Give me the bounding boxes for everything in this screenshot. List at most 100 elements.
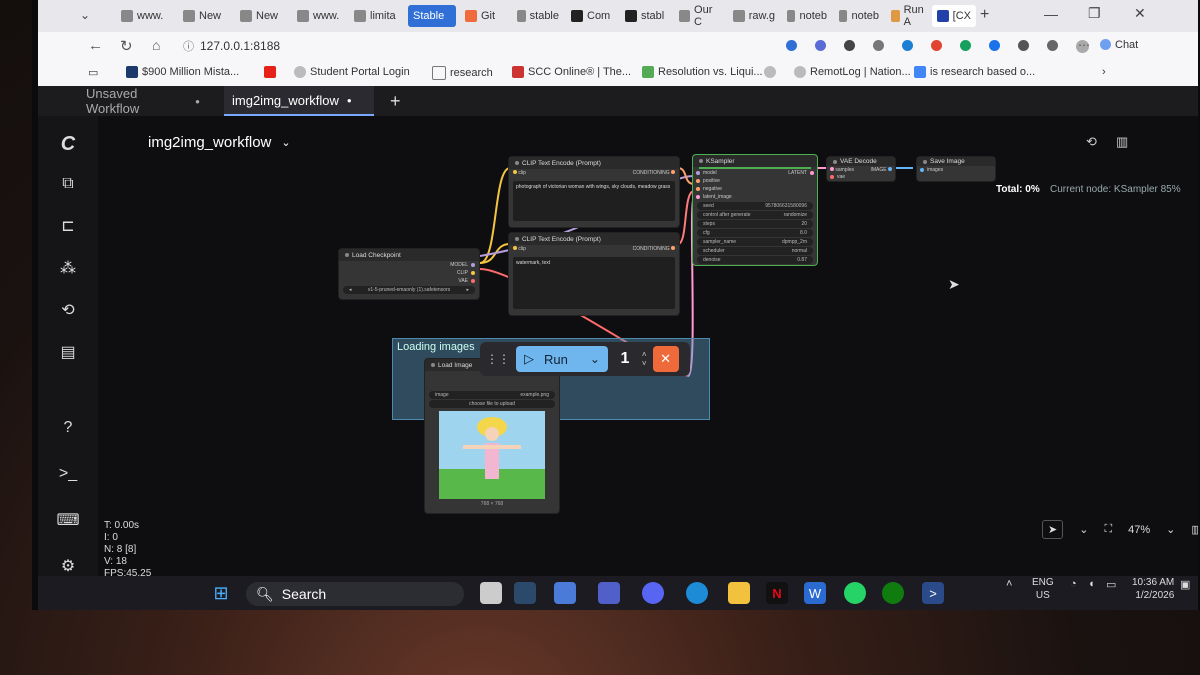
sidebar-toggle-icon[interactable]: ▭	[88, 66, 98, 79]
model-output[interactable]: MODEL	[339, 261, 479, 269]
extension-icon[interactable]	[873, 40, 884, 51]
zoom-chevron-icon[interactable]: ⌄	[1166, 523, 1175, 536]
batch-count-input[interactable]: 1	[614, 350, 636, 368]
ckpt-name-widget[interactable]: ◂ v1-5-pruned-emaonly (1).safetensors ▸	[343, 286, 475, 294]
battery-icon[interactable]: ▭	[1106, 578, 1116, 591]
word-icon[interactable]: W	[804, 582, 826, 604]
new-tab-button[interactable]: +	[980, 6, 989, 24]
reload-icon[interactable]: ↻	[120, 37, 133, 55]
browser-tab[interactable]: Com	[566, 5, 618, 27]
whatsapp-icon[interactable]	[844, 582, 866, 604]
start-windows-icon[interactable]: ⊞	[210, 582, 232, 604]
extension-icon[interactable]	[786, 40, 797, 51]
bookmark-item[interactable]: SCC Online® | The...	[512, 66, 631, 78]
task-view-icon[interactable]	[480, 582, 502, 604]
taskbar-search[interactable]: 🔍︎ Search	[246, 582, 464, 606]
bookmark-item[interactable]	[764, 66, 776, 78]
bookmark-item[interactable]: is research based o...	[914, 66, 1035, 78]
new-workflow-button[interactable]: +	[382, 86, 412, 116]
comfy-logo-icon[interactable]: C	[56, 132, 80, 156]
extension-icon[interactable]	[989, 40, 1000, 51]
extension-icon[interactable]	[931, 40, 942, 51]
graph-canvas[interactable]: img2img_workflow ⌄ ⟲ ▥ Total: 0% Current …	[98, 116, 1198, 604]
bookmark-item[interactable]: Student Portal Login	[294, 66, 410, 78]
powershell-icon[interactable]: >	[922, 582, 944, 604]
extension-icon[interactable]	[960, 40, 971, 51]
settings-gear-icon[interactable]: ⚙	[56, 554, 80, 578]
clip-text-encode-positive-node[interactable]: CLIP Text Encode (Prompt) clip CONDITIONI…	[508, 156, 680, 228]
minimap-icon[interactable]: ▥	[1191, 523, 1198, 536]
browser-tab[interactable]: New	[178, 5, 233, 27]
extension-icon[interactable]	[902, 40, 913, 51]
extension-icon[interactable]	[815, 40, 826, 51]
home-icon[interactable]: ⌂	[152, 37, 160, 53]
workflow-tab-active[interactable]: img2img_workflow ●	[224, 86, 374, 116]
steps-widget[interactable]: steps 20	[697, 220, 813, 228]
browser-tab[interactable]: noteb	[782, 5, 832, 27]
chatgpt-app-icon[interactable]	[514, 582, 536, 604]
queue-icon[interactable]: ⧉	[56, 172, 80, 196]
browser-tab[interactable]: raw.g	[728, 5, 780, 27]
clip-text-encode-negative-node[interactable]: CLIP Text Encode (Prompt) clip CONDITIONI…	[508, 232, 680, 316]
bookmarks-overflow-icon[interactable]: ›	[1102, 66, 1106, 78]
seed-widget[interactable]: seed 957806631580096	[697, 202, 813, 210]
file-explorer-icon[interactable]	[728, 582, 750, 604]
browser-tab-active[interactable]: Stable	[408, 5, 456, 27]
templates-icon[interactable]: ▤	[56, 340, 80, 364]
terminal-icon[interactable]: >_	[56, 462, 80, 486]
fit-view-icon[interactable]: ⛶	[1104, 523, 1112, 536]
workflow-tab[interactable]: Unsaved Workflow ●	[78, 86, 208, 116]
prompt-text-area[interactable]: watermark, text	[513, 257, 675, 309]
save-image-node[interactable]: Save Image images	[916, 156, 996, 182]
browser-tab[interactable]: Run A	[886, 4, 930, 28]
volume-icon[interactable]: ◖	[1088, 578, 1095, 590]
xbox-icon[interactable]	[882, 582, 904, 604]
tray-overflow-icon[interactable]: ˄	[1006, 578, 1012, 590]
extension-icon[interactable]	[1047, 40, 1058, 51]
batch-count-stepper[interactable]: ˄ ˅	[642, 350, 647, 368]
cfg-widget[interactable]: cfg 8.0	[697, 229, 813, 237]
browser-tab-current[interactable]: [CX	[932, 5, 976, 27]
run-button[interactable]: ▷ Run ⌄	[516, 346, 608, 372]
vae-decode-node[interactable]: VAE Decode samples IMAGE vae	[826, 156, 896, 182]
browser-tab[interactable]: noteb	[834, 5, 884, 27]
run-options-chevron-icon[interactable]: ⌄	[590, 352, 600, 366]
vae-output[interactable]: VAE	[339, 277, 479, 285]
cancel-button[interactable]: ✕	[652, 346, 679, 372]
browser-tab[interactable]: stable	[512, 5, 564, 27]
tab-list-chevron-icon[interactable]: ⌄	[80, 8, 90, 22]
notifications-icon[interactable]: ▣	[1180, 578, 1190, 591]
wifi-icon[interactable]: ◔	[1070, 578, 1077, 590]
select-tool-icon[interactable]: ➤	[1042, 520, 1064, 539]
edge-icon[interactable]	[686, 582, 708, 604]
model-library-icon[interactable]: ⁂	[56, 256, 80, 280]
language-indicator[interactable]: ENG US	[1032, 576, 1054, 602]
node-library-icon[interactable]: ⊏	[56, 214, 80, 238]
ksampler-node[interactable]: KSampler model positive negative latent_…	[692, 154, 818, 266]
bookmark-item[interactable]: $900 Million Mista...	[126, 66, 239, 78]
prompt-text-area[interactable]: photograph of victorian woman with wings…	[513, 181, 675, 221]
teams-icon[interactable]	[598, 582, 620, 604]
image-select-widget[interactable]: image example.png	[429, 391, 555, 399]
bookmark-item[interactable]	[264, 66, 276, 78]
denoise-widget[interactable]: denoise 0.87	[697, 256, 813, 264]
sampler-name-widget[interactable]: sampler_name dpmpp_2m	[697, 238, 813, 246]
browser-tab[interactable]: limita	[349, 5, 404, 27]
clock[interactable]: 10:36 AM 1/2/2026	[1132, 576, 1174, 602]
bookmark-item[interactable]: Resolution vs. Liqui...	[642, 66, 763, 78]
upload-button[interactable]: choose file to upload	[429, 400, 555, 408]
browser-tab[interactable]: New	[235, 5, 290, 27]
tool-chevron-icon[interactable]: ⌄	[1079, 523, 1088, 536]
scheduler-widget[interactable]: scheduler normal	[697, 247, 813, 255]
back-icon[interactable]: ←	[88, 37, 103, 54]
clip-output[interactable]: CLIP	[339, 269, 479, 277]
zoom-level[interactable]: 47%	[1128, 524, 1150, 536]
maximize-icon[interactable]: ❐	[1088, 5, 1101, 22]
browser-tab[interactable]: stabl	[620, 5, 672, 27]
minimize-icon[interactable]: —	[1044, 6, 1058, 22]
load-image-node[interactable]: Load Image image example.png choose file …	[424, 358, 560, 514]
discord-icon[interactable]	[642, 582, 664, 604]
netflix-icon[interactable]: N	[766, 582, 788, 604]
workflows-icon[interactable]: ⟲	[56, 298, 80, 322]
drag-handle-icon[interactable]: ⋮⋮	[486, 352, 510, 366]
